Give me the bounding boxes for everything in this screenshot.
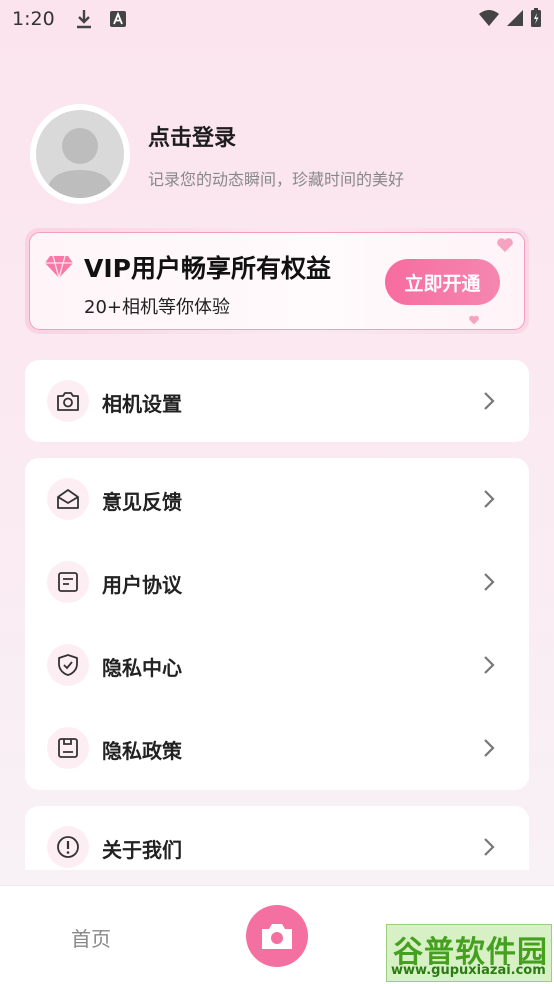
chevron-right-icon — [484, 490, 495, 508]
vip-title: VIP用户畅享所有权益 — [84, 254, 331, 283]
chevron-right-icon — [484, 573, 495, 591]
vip-banner[interactable]: VIP用户畅享所有权益 20+相机等你体验 立即开通 — [25, 228, 529, 334]
vip-subtitle: 20+相机等你体验 — [84, 297, 230, 318]
text-notification-icon — [107, 8, 129, 30]
chevron-right-icon — [484, 656, 495, 674]
user-silhouette-icon — [46, 128, 114, 198]
menu-item-label: 隐私中心 — [102, 656, 182, 680]
nav-camera-button[interactable] — [246, 905, 308, 967]
chevron-right-icon — [484, 739, 495, 757]
heart-decoration-icon — [497, 238, 513, 252]
info-circle-icon — [47, 826, 89, 868]
menu-item-user-agreement[interactable]: 用户协议 — [25, 552, 529, 612]
profile-section[interactable]: 点击登录 记录您的动态瞬间，珍藏时间的美好 — [30, 104, 530, 204]
menu-card-general: 意见反馈 用户协议 隐私中心 隐私政策 — [25, 458, 529, 790]
heart-decoration-icon — [469, 315, 479, 325]
activate-vip-button[interactable]: 立即开通 — [385, 259, 500, 305]
download-icon — [73, 8, 95, 30]
profile-subtitle: 记录您的动态瞬间，珍藏时间的美好 — [148, 170, 405, 189]
mail-open-icon — [47, 478, 89, 520]
menu-item-label: 隐私政策 — [102, 739, 182, 763]
diamond-icon — [45, 255, 73, 279]
camera-icon — [47, 380, 89, 422]
camera-icon — [262, 924, 292, 949]
menu-item-privacy-center[interactable]: 隐私中心 — [25, 635, 529, 695]
menu-item-camera-settings[interactable]: 相机设置 — [25, 371, 529, 431]
chevron-right-icon — [484, 392, 495, 410]
shield-check-icon — [47, 644, 89, 686]
nav-tab-home[interactable]: 首页 — [71, 923, 111, 952]
watermark-url: www.gupuxiazai.com — [391, 963, 546, 978]
save-doc-icon — [47, 727, 89, 769]
status-time: 1:20 — [12, 8, 55, 30]
wifi-icon — [478, 9, 500, 32]
status-bar: 1:20 — [0, 0, 554, 38]
menu-item-feedback[interactable]: 意见反馈 — [25, 469, 529, 529]
menu-item-label: 意见反馈 — [102, 490, 182, 514]
signal-icon — [506, 9, 524, 32]
menu-item-label: 用户协议 — [102, 573, 182, 597]
avatar[interactable] — [30, 104, 130, 204]
login-link[interactable]: 点击登录 — [148, 120, 236, 152]
document-icon — [47, 561, 89, 603]
battery-charging-icon — [530, 8, 542, 33]
menu-card-about: 关于我们 — [25, 806, 529, 870]
menu-item-privacy-policy[interactable]: 隐私政策 — [25, 718, 529, 778]
menu-item-label: 关于我们 — [102, 838, 182, 862]
menu-item-about-us[interactable]: 关于我们 — [25, 817, 529, 877]
chevron-right-icon — [484, 838, 495, 856]
menu-card-camera: 相机设置 — [25, 360, 529, 442]
watermark-logo: 谷普软件园 www.gupuxiazai.com — [386, 924, 552, 982]
menu-item-label: 相机设置 — [102, 392, 182, 416]
